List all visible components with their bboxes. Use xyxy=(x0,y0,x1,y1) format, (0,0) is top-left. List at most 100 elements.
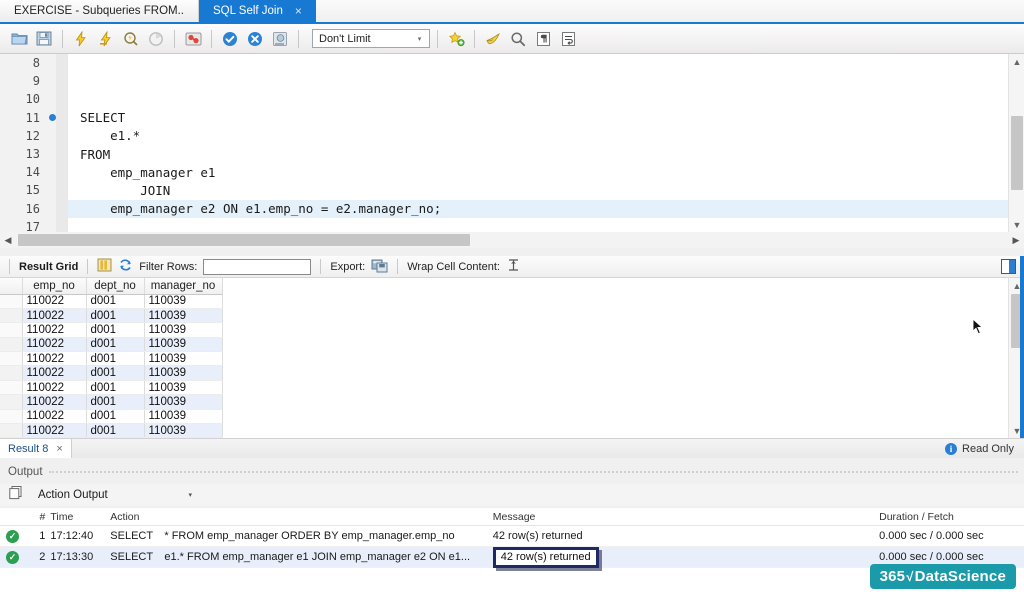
table-cell[interactable]: 110022 xyxy=(22,380,86,394)
table-cell[interactable]: 110022 xyxy=(22,323,86,337)
table-cell[interactable]: 110039 xyxy=(144,323,222,337)
code-line[interactable] xyxy=(68,54,1010,72)
column-header-emp-no[interactable]: emp_no xyxy=(22,278,86,294)
editor-vertical-scrollbar[interactable]: ▲ ▼ xyxy=(1008,54,1024,232)
beautify-query-icon[interactable] xyxy=(482,28,504,50)
scroll-left-icon[interactable]: ◀ xyxy=(0,232,16,248)
scroll-thumb[interactable] xyxy=(1011,116,1023,190)
table-row[interactable]: 110022d001110039 xyxy=(0,352,222,366)
table-cell[interactable]: d001 xyxy=(86,424,144,438)
column-header-dept-no[interactable]: dept_no xyxy=(86,278,144,294)
find-icon[interactable] xyxy=(507,28,529,50)
rollback-icon[interactable] xyxy=(244,28,266,50)
table-cell[interactable]: 110039 xyxy=(144,308,222,322)
scroll-right-icon[interactable]: ▶ xyxy=(1008,232,1024,248)
table-cell[interactable]: d001 xyxy=(86,395,144,409)
code-line[interactable]: e1.* xyxy=(68,127,1010,145)
table-cell[interactable]: d001 xyxy=(86,352,144,366)
table-cell[interactable]: d001 xyxy=(86,337,144,351)
table-cell[interactable]: 110039 xyxy=(144,352,222,366)
code-line[interactable] xyxy=(68,72,1010,90)
new-snippet-icon[interactable] xyxy=(445,28,467,50)
row-selector-cell[interactable] xyxy=(0,352,22,366)
table-cell[interactable]: 110022 xyxy=(22,409,86,423)
paragraph-icon[interactable] xyxy=(532,28,554,50)
filter-rows-input[interactable] xyxy=(203,259,311,275)
table-cell[interactable]: 110022 xyxy=(22,294,86,308)
code-line[interactable]: SELECT xyxy=(68,109,1010,127)
code-content-area[interactable]: SELECT e1.*FROM emp_manager e1 JOIN emp_… xyxy=(68,54,1010,232)
table-cell[interactable]: 110022 xyxy=(22,352,86,366)
table-row[interactable]: 110022d001110039 xyxy=(0,366,222,380)
table-cell[interactable]: 110022 xyxy=(22,424,86,438)
result-grid-table[interactable]: emp_no dept_no manager_no 110022d0011100… xyxy=(0,278,1008,438)
close-icon[interactable]: × xyxy=(295,4,302,18)
scroll-up-icon[interactable]: ▲ xyxy=(1009,54,1024,69)
save-icon[interactable] xyxy=(33,28,55,50)
table-cell[interactable]: 110039 xyxy=(144,380,222,394)
table-cell[interactable]: 110039 xyxy=(144,395,222,409)
row-limit-dropdown[interactable]: Don't Limit ▾ xyxy=(312,29,430,48)
table-row[interactable]: 110022d001110039 xyxy=(0,395,222,409)
code-line[interactable] xyxy=(68,218,1010,232)
chevron-down-icon[interactable]: ▾ xyxy=(413,31,426,46)
table-cell[interactable]: d001 xyxy=(86,308,144,322)
row-selector-cell[interactable] xyxy=(0,308,22,322)
result-tab-result-8[interactable]: Result 8 × xyxy=(0,439,72,458)
wrap-lines-icon[interactable] xyxy=(557,28,579,50)
row-selector-cell[interactable] xyxy=(0,294,22,308)
close-icon[interactable]: × xyxy=(56,443,62,455)
table-row[interactable]: 110022d001110039 xyxy=(0,294,222,308)
autocommit-icon[interactable] xyxy=(269,28,291,50)
field-types-icon[interactable] xyxy=(97,258,112,275)
row-selector-cell[interactable] xyxy=(0,424,22,438)
refresh-icon[interactable] xyxy=(118,258,133,275)
table-cell[interactable]: 110039 xyxy=(144,409,222,423)
table-cell[interactable]: 110039 xyxy=(144,424,222,438)
table-cell[interactable]: 110039 xyxy=(144,366,222,380)
table-cell[interactable]: 110039 xyxy=(144,337,222,351)
output-type-dropdown[interactable]: Action Output ▾ xyxy=(32,486,196,504)
export-recordset-icon[interactable] xyxy=(371,258,388,276)
action-output-row[interactable]: ✓117:12:40SELECT* FROM emp_manager ORDER… xyxy=(0,526,1024,547)
table-row[interactable]: 110022d001110039 xyxy=(0,308,222,322)
tab-sql-self-join[interactable]: SQL Self Join × xyxy=(199,0,316,22)
table-row[interactable]: 110022d001110039 xyxy=(0,323,222,337)
explain-query-icon[interactable] xyxy=(120,28,142,50)
tab-exercise-subqueries[interactable]: EXERCISE - Subqueries FROM.. xyxy=(0,0,199,22)
table-row[interactable]: 110022d001110039 xyxy=(0,337,222,351)
breakpoint-marker-icon[interactable] xyxy=(49,114,56,121)
chevron-down-icon[interactable]: ▾ xyxy=(188,491,192,499)
row-selector-cell[interactable] xyxy=(0,323,22,337)
table-cell[interactable]: 110039 xyxy=(144,294,222,308)
toggle-sidebar-icon[interactable] xyxy=(1001,259,1016,274)
column-header-manager-no[interactable]: manager_no xyxy=(144,278,222,294)
execute-current-statement-icon[interactable] xyxy=(95,28,117,50)
editor-horizontal-scrollbar[interactable]: ◀ xyxy=(0,232,1008,248)
table-row[interactable]: 110022d001110039 xyxy=(0,424,222,438)
open-folder-icon[interactable] xyxy=(8,28,30,50)
row-selector-cell[interactable] xyxy=(0,337,22,351)
table-row[interactable]: 110022d001110039 xyxy=(0,380,222,394)
table-cell[interactable]: d001 xyxy=(86,409,144,423)
table-row[interactable]: 110022d001110039 xyxy=(0,409,222,423)
code-line[interactable]: emp_manager e2 ON e1.emp_no = e2.manager… xyxy=(68,200,1010,218)
sql-code-editor[interactable]: 891011121314151617 SELECT e1.*FROM emp_m… xyxy=(0,54,1024,232)
scroll-thumb[interactable] xyxy=(18,234,470,246)
row-selector-cell[interactable] xyxy=(0,395,22,409)
stop-execution-icon[interactable] xyxy=(145,28,167,50)
table-cell[interactable]: d001 xyxy=(86,294,144,308)
table-cell[interactable]: d001 xyxy=(86,380,144,394)
table-cell[interactable]: 110022 xyxy=(22,366,86,380)
row-selector-cell[interactable] xyxy=(0,380,22,394)
table-cell[interactable]: 110022 xyxy=(22,395,86,409)
commit-icon[interactable] xyxy=(219,28,241,50)
scroll-down-icon[interactable]: ▼ xyxy=(1009,217,1024,232)
table-cell[interactable]: d001 xyxy=(86,366,144,380)
code-line[interactable]: emp_manager e1 xyxy=(68,163,1010,181)
wrap-cell-icon[interactable] xyxy=(506,258,521,275)
execute-statement-icon[interactable] xyxy=(70,28,92,50)
code-line[interactable] xyxy=(68,90,1010,108)
table-cell[interactable]: d001 xyxy=(86,323,144,337)
code-line[interactable]: JOIN xyxy=(68,181,1010,199)
